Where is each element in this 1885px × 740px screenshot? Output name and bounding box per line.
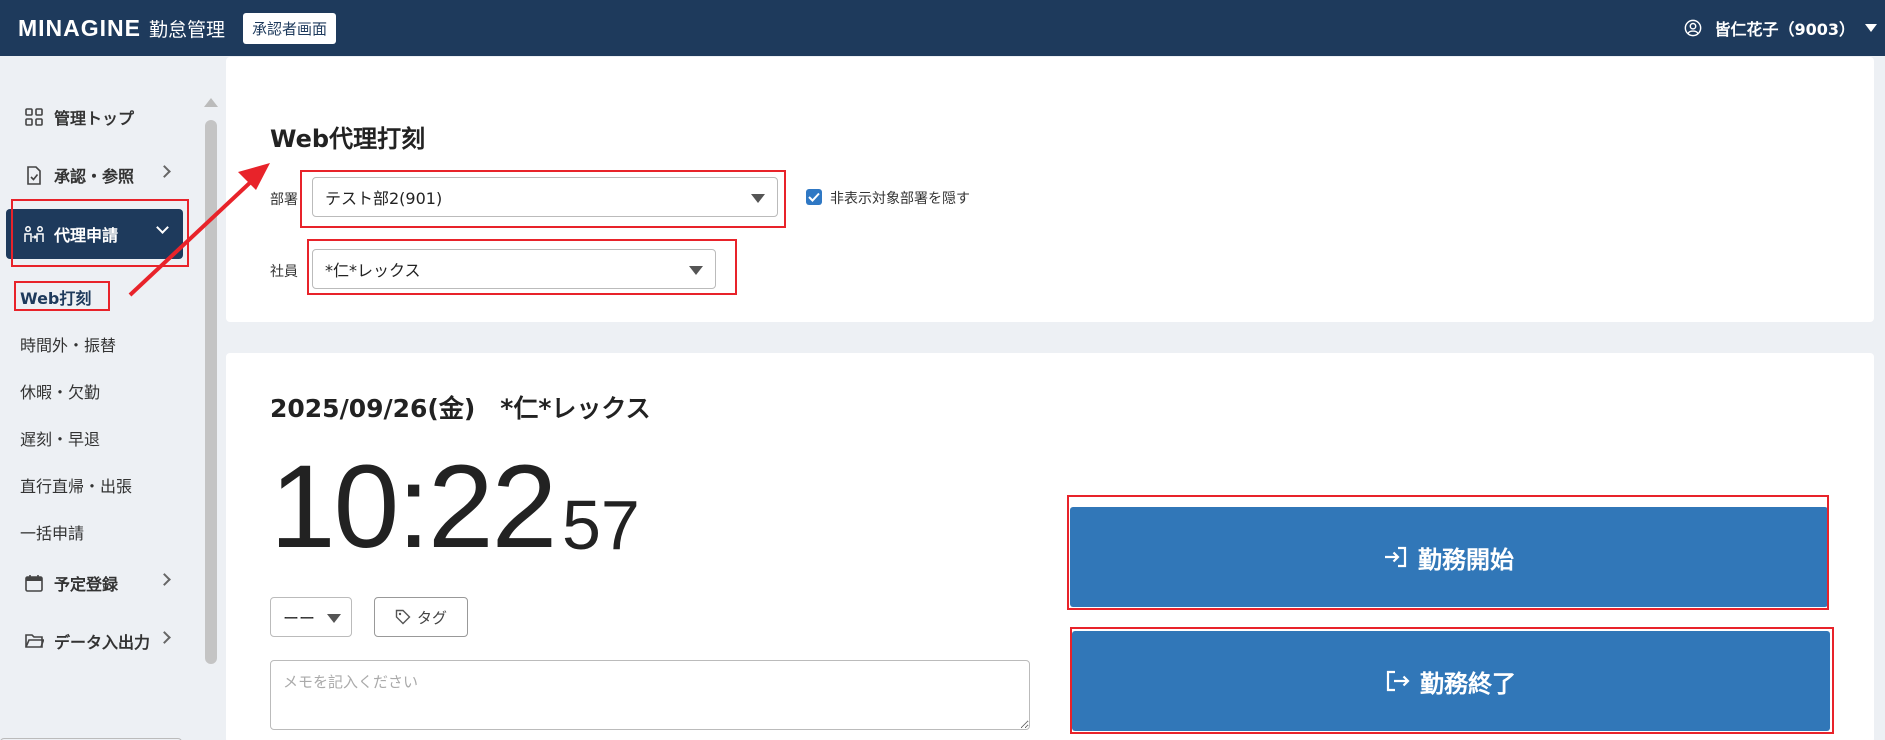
tag-icon	[395, 609, 411, 625]
employee-select[interactable]: *仁*レックス	[312, 249, 716, 289]
date-employee-heading: 2025/09/26(金) *仁*レックス	[270, 394, 651, 423]
department-value: テスト部2(901)	[325, 189, 443, 208]
sidebar-item-proxy-request[interactable]: 代理申請	[6, 209, 183, 259]
sidebar-item-label: 管理トップ	[54, 109, 135, 128]
clock-hours-minutes: 10:22	[270, 441, 557, 573]
employee-value: *仁*レックス	[325, 261, 421, 280]
proxy-people-icon	[24, 224, 44, 244]
sidebar-item-schedule[interactable]: 予定登録	[0, 558, 185, 608]
dropdown-arrow-icon	[751, 194, 765, 203]
sidebar-item-admin-top[interactable]: 管理トップ	[0, 92, 185, 142]
page-title: Web代理打刻	[270, 125, 426, 153]
punch-type-select[interactable]: ーー	[270, 597, 352, 637]
sidebar-scrollbar-thumb[interactable]	[205, 120, 217, 664]
sidebar-item-label: 承認・参照	[54, 167, 135, 186]
grid-icon	[24, 107, 44, 127]
proxy-punch-form-card: Web代理打刻 部署 テスト部2(901) 非表示対象部署を隠す 社員 *仁*レ…	[226, 57, 1874, 322]
sidebar-subitem-bulk-request[interactable]: 一括申請	[20, 520, 84, 544]
start-work-label: 勤務開始	[1418, 545, 1514, 574]
sidebar-subitem-web-punch[interactable]: Web打刻	[20, 285, 91, 309]
sidebar-subitem-late-early[interactable]: 遅刻・早退	[20, 426, 100, 450]
document-check-icon	[24, 165, 44, 185]
chevron-right-icon	[158, 165, 171, 178]
app-name: 勤怠管理	[149, 18, 226, 41]
calendar-icon	[24, 573, 44, 593]
sidebar-subitem-leave[interactable]: 休暇・欠勤	[20, 379, 100, 403]
memo-input[interactable]	[270, 660, 1030, 730]
department-select[interactable]: テスト部2(901)	[312, 177, 778, 217]
clock-seconds: 57	[562, 486, 640, 564]
employee-label: 社員	[270, 264, 298, 280]
login-arrow-icon	[1385, 546, 1407, 568]
punch-clock-card: 2025/09/26(金) *仁*レックス 10:22 57 ーー タグ 勤務開…	[226, 353, 1874, 740]
sidebar-item-label: データ入出力	[54, 633, 151, 652]
dropdown-arrow-icon	[327, 614, 341, 623]
sidebar: 管理トップ 承認・参照 代理申請 Web打刻 時間外・振替 休暇・欠勤 遅刻・早…	[0, 56, 218, 740]
department-label: 部署	[270, 192, 298, 208]
sidebar-item-label: 予定登録	[54, 575, 119, 594]
logout-arrow-icon	[1386, 670, 1410, 692]
chevron-down-icon	[1865, 24, 1877, 32]
end-work-label: 勤務終了	[1420, 669, 1516, 698]
scroll-up-arrow-icon[interactable]	[204, 98, 218, 107]
approver-screen-badge[interactable]: 承認者画面	[243, 12, 337, 44]
hide-departments-label[interactable]: 非表示対象部署を隠す	[830, 188, 970, 208]
chevron-right-icon	[158, 573, 171, 586]
sidebar-subitem-direct-trip[interactable]: 直行直帰・出張	[20, 473, 132, 497]
checkmark-icon	[808, 192, 820, 202]
start-work-button[interactable]: 勤務開始	[1070, 507, 1828, 607]
tag-button[interactable]: タグ	[374, 597, 468, 637]
folder-icon	[24, 631, 44, 651]
sidebar-item-approval[interactable]: 承認・参照	[0, 150, 185, 200]
sidebar-item-data-io[interactable]: データ入出力	[0, 616, 185, 666]
user-menu[interactable]: 皆仁花子（9003）	[1684, 0, 1877, 56]
user-name: 皆仁花子（9003）	[1714, 20, 1855, 39]
top-header: MINAGINE 勤怠管理 承認者画面 皆仁花子（9003）	[0, 0, 1885, 56]
chevron-right-icon	[158, 631, 171, 644]
user-circle-icon	[1685, 19, 1702, 37]
hide-departments-checkbox[interactable]	[806, 189, 822, 205]
dropdown-arrow-icon	[689, 266, 703, 275]
end-work-button[interactable]: 勤務終了	[1072, 631, 1830, 731]
tag-label: タグ	[416, 608, 447, 627]
logo: MINAGINE	[18, 14, 141, 41]
sidebar-subitem-overtime[interactable]: 時間外・振替	[20, 332, 116, 356]
chevron-down-icon	[156, 221, 169, 234]
punch-type-value: ーー	[283, 609, 316, 628]
sidebar-item-label: 代理申請	[54, 226, 119, 245]
